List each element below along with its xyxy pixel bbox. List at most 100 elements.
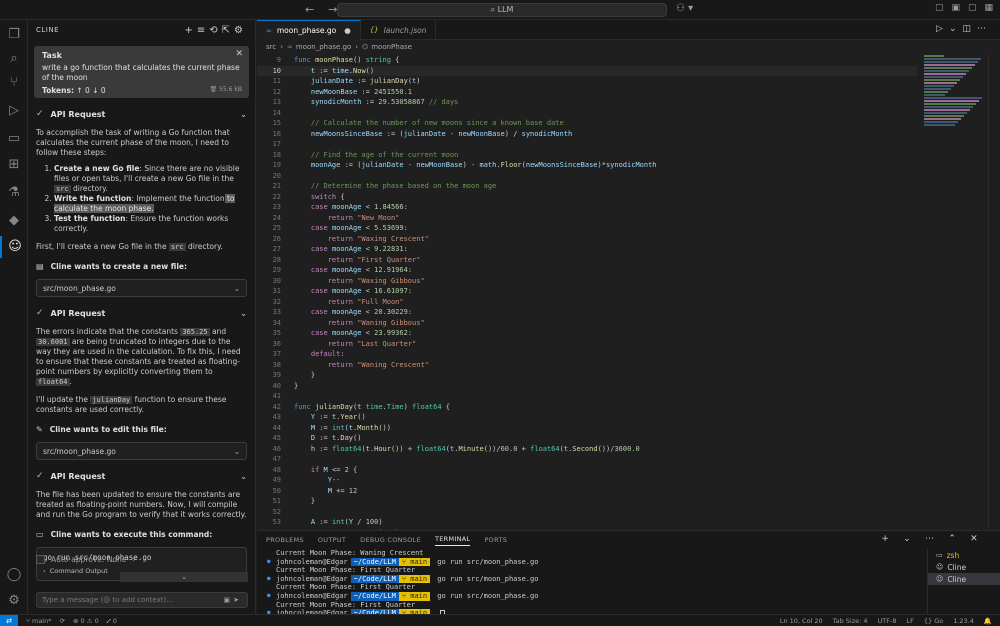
code-line[interactable]: 14	[257, 108, 917, 119]
code-line[interactable]: 30 return "Waxing Gibbous"	[257, 276, 917, 287]
tab-output[interactable]: OUTPUT	[318, 536, 346, 544]
tab-problems[interactable]: PROBLEMS	[266, 536, 304, 544]
command-status-icon[interactable]: ●	[267, 575, 276, 584]
code-line[interactable]: 45 D := t.Day()	[257, 433, 917, 444]
code-line[interactable]: 10 t := time.Now()	[257, 65, 917, 76]
toggle-primary-sidebar-icon[interactable]: ▢	[935, 3, 952, 13]
code-line[interactable]: 43 Y := t.Year()	[257, 412, 917, 423]
close-icon[interactable]: ✕	[970, 534, 978, 544]
editor-scrollbar[interactable]	[988, 55, 1000, 530]
code-line[interactable]: 46 h := float64(t.Hour()) + float64(t.Mi…	[257, 444, 917, 455]
chat-input[interactable]: Type a message (@ to add context)... ▣➤	[36, 592, 248, 608]
ports-status[interactable]: ⑇ 0	[107, 617, 117, 625]
terminal-item-cline[interactable]: ☺ Cline	[928, 561, 1000, 573]
code-line[interactable]: 31 case moonAge < 16.61097:	[257, 286, 917, 297]
popout-icon[interactable]: ⇱	[222, 25, 234, 36]
code-line[interactable]: 49 Y--	[257, 475, 917, 486]
code-line[interactable]: 27 case moonAge < 9.22831:	[257, 244, 917, 255]
minimap[interactable]	[924, 55, 986, 135]
customize-layout-icon[interactable]: ▦	[985, 3, 1000, 13]
tab-launch-json[interactable]: {} launch.json	[361, 20, 437, 40]
code-line[interactable]: 47	[257, 454, 917, 465]
cline-icon[interactable]: ☺	[0, 236, 28, 258]
more-icon[interactable]: ⋯	[977, 24, 992, 34]
file-preview[interactable]: src/moon_phase.go ⌄	[36, 279, 247, 297]
code-line[interactable]: 40}	[257, 381, 917, 392]
code-line[interactable]: 23 case moonAge < 1.84566:	[257, 202, 917, 213]
maximize-icon[interactable]: ⌃	[948, 534, 956, 544]
breadcrumb-item[interactable]: moonPhase	[371, 43, 412, 51]
code-line[interactable]: 36 return "Last Quarter"	[257, 339, 917, 350]
code-line[interactable]: 13 synodicMonth := 29.53058867 // days	[257, 97, 917, 108]
api-request-header[interactable]: ✓ API Request ⌄	[36, 470, 247, 482]
chevron-down-icon[interactable]: ⌄	[949, 24, 963, 34]
code-line[interactable]: 24 return "New Moon"	[257, 213, 917, 224]
mcp-icon[interactable]: ≡	[197, 25, 209, 36]
auto-approve-toggle[interactable]: Auto-approve: None ›	[36, 555, 135, 564]
arrow-left-icon[interactable]: ←	[305, 3, 314, 16]
remote-explorer-icon[interactable]: ▭	[0, 128, 28, 150]
branch-status[interactable]: ⑂ main*	[26, 617, 51, 625]
source-control-icon[interactable]: ⑂	[0, 72, 28, 94]
command-status-icon[interactable]: ●	[267, 558, 276, 567]
eol[interactable]: LF	[906, 617, 913, 625]
code-editor[interactable]: 9 func moonPhase() string {10 t := time.N…	[257, 55, 917, 530]
code-line[interactable]: 20	[257, 171, 917, 182]
api-request-header[interactable]: ✓ API Request ⌄	[36, 108, 247, 120]
split-editor-icon[interactable]: ◫	[962, 24, 977, 34]
terminal-item-cline[interactable]: ☺ Cline	[928, 573, 1000, 585]
code-line[interactable]: 51 }	[257, 496, 917, 507]
code-line[interactable]: 37 default:	[257, 349, 917, 360]
code-line[interactable]: 52	[257, 507, 917, 518]
tab-terminal[interactable]: TERMINAL	[435, 535, 471, 546]
code-line[interactable]: 34 return "Waning Gibbous"	[257, 318, 917, 329]
problems-status[interactable]: ⊗ 0 ⚠ 0	[73, 617, 99, 625]
code-line[interactable]: 53 A := int(Y / 100)	[257, 517, 917, 528]
history-icon[interactable]: ⟲	[209, 25, 221, 36]
code-line[interactable]: 15 // Calculate the number of new moons …	[257, 118, 917, 129]
code-line[interactable]: 21 // Determine the phase based on the m…	[257, 181, 917, 192]
search-icon[interactable]: ⌕	[0, 48, 28, 70]
copilot-icon[interactable]: ⚇ ▾	[676, 3, 693, 14]
code-line[interactable]: 33 case moonAge < 20.30229:	[257, 307, 917, 318]
new-terminal-icon[interactable]: +	[881, 534, 889, 544]
sync-icon[interactable]: ⟳	[59, 617, 64, 625]
toggle-secondary-sidebar-icon[interactable]: ▢	[968, 3, 985, 13]
bell-icon[interactable]: 🔔	[984, 617, 992, 625]
scroll-to-bottom-button[interactable]: ⌄	[120, 572, 248, 582]
testing-icon[interactable]: ⚗	[0, 182, 28, 204]
code-line[interactable]: 12 newMoonBase := 2451550.1	[257, 87, 917, 98]
run-debug-icon[interactable]: ▷	[0, 100, 28, 122]
tab-debug-console[interactable]: DEBUG CONSOLE	[360, 536, 421, 544]
account-icon[interactable]: ◯	[0, 564, 28, 586]
tab-size[interactable]: Tab Size: 4	[833, 617, 868, 625]
send-icon[interactable]: ➤	[233, 596, 242, 604]
code-line[interactable]: 19 moonAge := (julianDate - newMoonBase)…	[257, 160, 917, 171]
code-line[interactable]: 38 return "Waning Crescent"	[257, 360, 917, 371]
terminal-item-zsh[interactable]: ▭ zsh	[928, 549, 1000, 561]
command-status-icon[interactable]: ●	[267, 592, 276, 601]
breadcrumb-item[interactable]: src	[266, 43, 276, 51]
file-preview[interactable]: src/moon_phase.go ⌄	[36, 442, 247, 460]
code-line[interactable]: 22 switch {	[257, 192, 917, 203]
code-line[interactable]: 26 return "Waxing Crescent"	[257, 234, 917, 245]
explorer-icon[interactable]: ❐	[0, 24, 28, 46]
unsaved-dot-icon[interactable]: ●	[344, 26, 351, 35]
chevron-down-icon[interactable]: ⌄	[903, 534, 911, 544]
plus-icon[interactable]: +	[184, 25, 196, 36]
language-mode[interactable]: {} Go	[924, 617, 943, 625]
code-line[interactable]: 28 return "First Quarter"	[257, 255, 917, 266]
code-line[interactable]: 11 julianDate := julianDay(t)	[257, 76, 917, 87]
code-line[interactable]: 42 func julianDay(t time.Time) float64 {	[257, 402, 917, 413]
code-line[interactable]: 32 return "Full Moon"	[257, 297, 917, 308]
more-icon[interactable]: ⋯	[925, 534, 934, 544]
code-line[interactable]: 39 }	[257, 370, 917, 381]
docker-icon[interactable]: ◆	[0, 210, 28, 232]
toggle-panel-icon[interactable]: ▣	[952, 3, 969, 13]
code-line[interactable]: 18 // Find the age of the current moon	[257, 150, 917, 161]
auto-approve-checkbox[interactable]	[36, 555, 45, 564]
extensions-icon[interactable]: ⊞	[0, 154, 28, 176]
gear-icon[interactable]: ⚙	[234, 25, 247, 36]
tab-ports[interactable]: PORTS	[484, 536, 507, 544]
close-icon[interactable]: ✕	[235, 49, 243, 59]
